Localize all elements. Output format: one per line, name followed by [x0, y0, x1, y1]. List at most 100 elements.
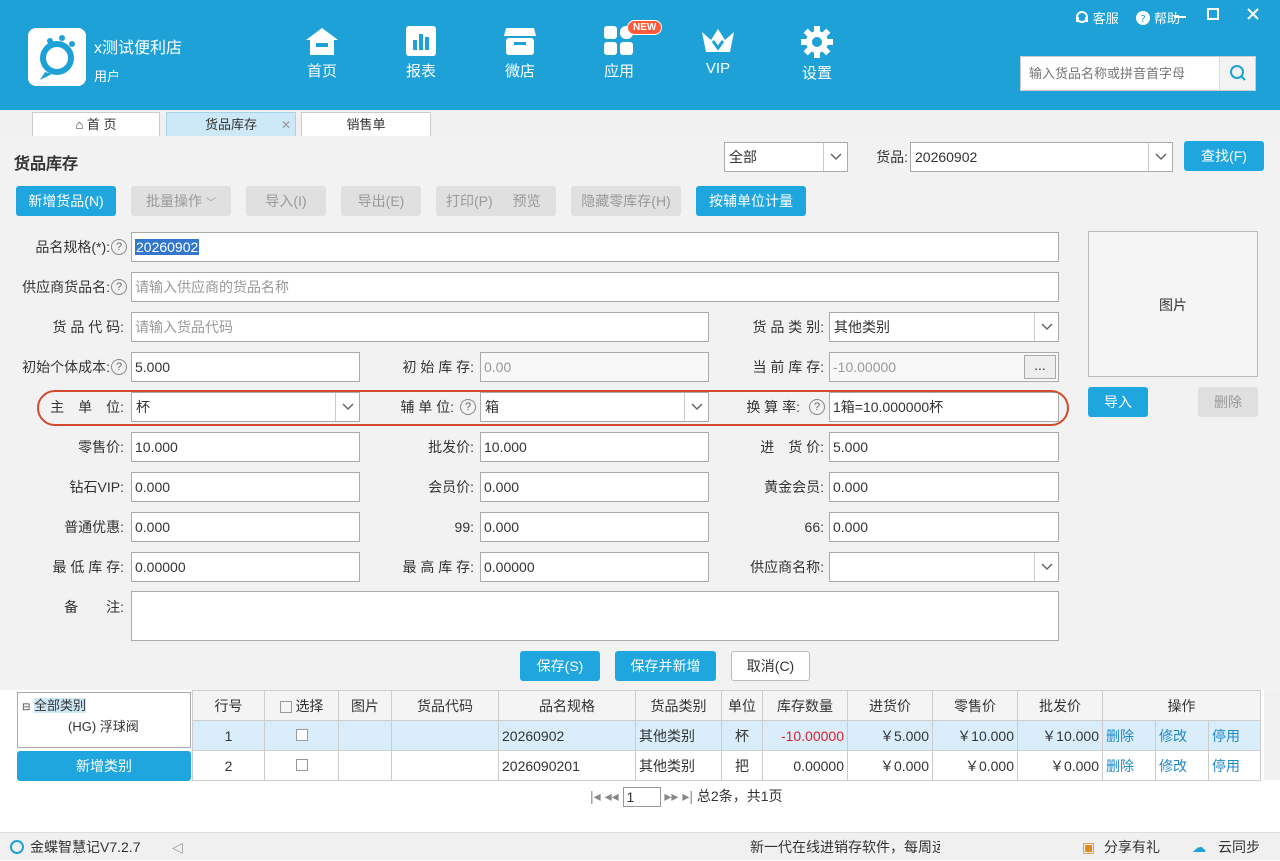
purchase-input[interactable]: 5.000 [829, 432, 1059, 462]
checkbox-icon[interactable] [279, 700, 292, 713]
save-button[interactable]: 保存(S) [520, 651, 600, 681]
init-stock-input[interactable]: 0.00 [480, 352, 709, 382]
search-button[interactable] [1219, 57, 1255, 90]
marquee-text: 新一代在线进销存软件，每周运 [750, 839, 940, 855]
save-new-button[interactable]: 保存并新增 [615, 651, 716, 681]
row-delete-link[interactable]: 删除 [1102, 750, 1156, 781]
last-page-icon[interactable]: ▸| [682, 788, 693, 804]
nav-apps[interactable]: 应用 NEW [579, 20, 663, 81]
rate-input[interactable]: 1箱=10.000000杯 [829, 392, 1059, 422]
table-scrollbar[interactable] [1264, 690, 1280, 780]
preview-label[interactable]: 预览 [513, 193, 541, 209]
row-category: 其他类别 [635, 750, 722, 781]
tab-sales[interactable]: 销售单 [301, 112, 431, 136]
row-wholesale: ￥0.000 [1017, 750, 1103, 781]
cloud-sync-link[interactable]: 云同步 [1218, 833, 1260, 861]
speaker-icon[interactable]: ◁ [172, 833, 183, 861]
name-input[interactable]: 20260902 [131, 232, 1059, 262]
import-button[interactable]: 导入(I) [246, 186, 326, 216]
row-edit-link[interactable]: 修改 [1155, 720, 1209, 751]
supplier-select[interactable] [829, 552, 1059, 582]
cancel-button[interactable]: 取消(C) [731, 651, 810, 681]
help-icon[interactable]: ? [809, 399, 825, 415]
batch-op-button[interactable]: 批量操作 ﹀ [131, 186, 231, 216]
nav-settings[interactable]: 设置 [777, 26, 857, 83]
share-link[interactable]: 分享有礼 [1104, 833, 1160, 861]
member-price-input[interactable]: 0.000 [480, 472, 709, 502]
image-delete-button[interactable]: 删除 [1198, 387, 1258, 417]
stock-detail-button[interactable]: ... [1024, 355, 1056, 379]
price-66-input[interactable]: 0.000 [829, 512, 1059, 542]
row-delete-link[interactable]: 删除 [1102, 720, 1156, 751]
row-edit-link[interactable]: 修改 [1155, 750, 1209, 781]
aux-unit-button[interactable]: 按辅单位计量 [696, 186, 806, 216]
main-unit-select[interactable]: 杯 [131, 392, 360, 422]
find-button[interactable]: 查找(F) [1184, 141, 1264, 171]
hide-zero-stock-button[interactable]: 隐藏零库存(H) [571, 186, 681, 216]
code-input[interactable]: 请输入货品代码 [131, 312, 709, 342]
tab-inventory-label: 货品库存 [204, 117, 257, 132]
next-page-icon[interactable]: ▸▸ [664, 788, 678, 804]
support-label: 客服 [1092, 11, 1119, 26]
supplier-goods-input[interactable]: 请输入供应商的货品名称 [131, 272, 1059, 302]
nav-shop[interactable]: 微店 [480, 26, 560, 81]
max-stock-input[interactable]: 0.00000 [480, 552, 709, 582]
print-button[interactable]: 打印(P) 预览 [436, 186, 556, 216]
diamond-vip-input[interactable]: 0.000 [131, 472, 360, 502]
add-category-button[interactable]: 新增类别 [17, 751, 191, 781]
col-select[interactable]: 选择 [264, 690, 339, 721]
remark-textarea[interactable] [131, 591, 1059, 641]
tab-inventory[interactable]: 货品库存 ✕ [166, 112, 296, 136]
help-icon[interactable]: ? [111, 359, 127, 375]
add-goods-button[interactable]: 新增货品(N) [16, 186, 116, 216]
tab-close-icon[interactable]: ✕ [281, 113, 291, 137]
row-image [338, 720, 392, 751]
search-input[interactable] [1021, 57, 1219, 90]
checkbox-icon[interactable] [295, 728, 308, 741]
price-99-label: 99: [454, 519, 474, 535]
export-button[interactable]: 导出(E) [341, 186, 421, 216]
row-checkbox[interactable] [264, 750, 339, 781]
table-row[interactable]: 2 2026090201 其他类别 把 0.00000 ￥0.000 ￥0.00… [192, 750, 1261, 781]
init-cost-input[interactable]: 5.000 [131, 352, 360, 382]
max-stock-label: 最 高 库 存: [402, 559, 474, 575]
support-link[interactable]: 客服 [1075, 8, 1119, 27]
nav-home[interactable]: 首页 [282, 26, 362, 81]
tree-child[interactable]: (HG) 浮球阀 [18, 716, 190, 735]
price-99-input[interactable]: 0.000 [480, 512, 709, 542]
category-select[interactable]: 其他类别 [829, 312, 1059, 342]
row-stop-link[interactable]: 停用 [1208, 750, 1261, 781]
gold-member-input[interactable]: 0.000 [829, 472, 1059, 502]
wholesale-input[interactable]: 10.000 [480, 432, 709, 462]
page-input[interactable]: 1 [622, 787, 661, 808]
goods-select[interactable]: 20260902 [910, 142, 1173, 172]
category-tree[interactable]: ⊟ 全部类别 (HG) 浮球阀 [17, 692, 191, 748]
price-66-label: 66: [804, 519, 824, 535]
nav-report[interactable]: 报表 [381, 26, 461, 81]
close-button[interactable] [1245, 6, 1261, 25]
user-name[interactable]: 用户 [94, 66, 120, 85]
aux-unit-select[interactable]: 箱 [480, 392, 709, 422]
new-badge: NEW [627, 20, 663, 35]
checkbox-icon[interactable] [295, 758, 308, 771]
first-page-icon[interactable]: |◂ [590, 788, 601, 804]
help-icon[interactable]: ? [111, 279, 127, 295]
table-row[interactable]: 1 20260902 其他类别 杯 -10.00000 ￥5.000 ￥10.0… [192, 720, 1261, 751]
print-label: 打印(P) [446, 193, 493, 209]
image-import-button[interactable]: 导入 [1088, 387, 1148, 417]
help-icon[interactable]: ? [460, 399, 476, 415]
tab-home[interactable]: ⌂ 首 页 [32, 112, 160, 136]
filter-select[interactable]: 全部 [724, 142, 848, 172]
row-stop-link[interactable]: 停用 [1208, 720, 1261, 751]
tree-root[interactable]: ⊟ 全部类别 [18, 693, 190, 716]
name-value: 20260902 [135, 239, 200, 255]
normal-discount-input[interactable]: 0.000 [131, 512, 360, 542]
nav-vip[interactable]: VIP [678, 26, 758, 77]
minimize-button[interactable] [1172, 6, 1188, 25]
prev-page-icon[interactable]: ◂◂ [605, 788, 619, 804]
retail-input[interactable]: 10.000 [131, 432, 360, 462]
row-checkbox[interactable] [264, 720, 339, 751]
maximize-button[interactable] [1205, 6, 1221, 25]
help-icon[interactable]: ? [111, 239, 127, 255]
min-stock-input[interactable]: 0.00000 [131, 552, 360, 582]
